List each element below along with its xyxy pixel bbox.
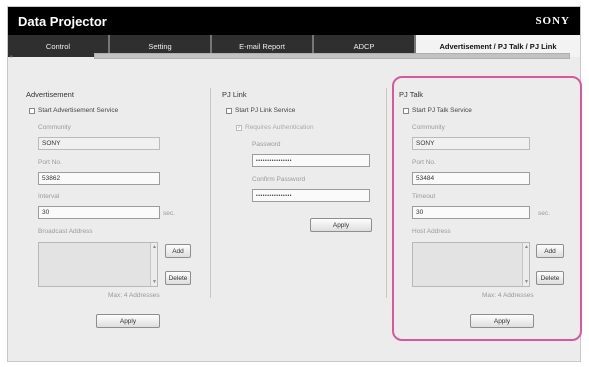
advertisement-start-label: Start Advertisement Service <box>38 107 119 114</box>
pjlink-start-label: Start PJ Link Service <box>235 107 296 114</box>
advertisement-start-checkbox[interactable]: Start Advertisement Service <box>29 107 118 114</box>
list-scrollbar[interactable]: ▲ ▼ <box>150 243 157 286</box>
checkbox-icon[interactable] <box>403 107 409 114</box>
pjtalk-delete-button[interactable]: Delete <box>536 271 564 285</box>
checkbox-icon[interactable] <box>226 107 232 114</box>
pjtalk-port-field[interactable]: 53484 <box>412 172 530 185</box>
title-bar: Data Projector SONY <box>8 7 580 35</box>
pjtalk-timeout-unit: sec. <box>538 210 550 217</box>
pjlink-password-field[interactable]: •••••••••••••••• <box>252 154 370 167</box>
list-scrollbar[interactable]: ▲ ▼ <box>522 243 529 286</box>
advertisement-interval-label: Interval <box>38 193 60 200</box>
checkmark-icon[interactable]: ✓ <box>236 124 242 131</box>
scroll-marker: • <box>10 52 13 61</box>
advertisement-delete-button[interactable]: Delete <box>165 271 191 285</box>
app-title: Data Projector <box>18 14 107 29</box>
host-address-list[interactable]: ▲ ▼ <box>412 242 530 287</box>
pjtalk-title: PJ Talk <box>399 90 424 99</box>
advertisement-add-button[interactable]: Add <box>165 244 191 258</box>
pjtalk-community-field[interactable]: SONY <box>412 137 530 150</box>
pjtalk-add-button[interactable]: Add <box>536 244 564 258</box>
broadcast-address-list[interactable]: ▲ ▼ <box>38 242 158 287</box>
pjlink-requires-auth-label: Requires Authentication <box>245 124 314 131</box>
advertisement-community-field[interactable]: SONY <box>38 137 160 150</box>
section-divider <box>386 88 387 298</box>
horizontal-scrollbar[interactable] <box>94 53 570 59</box>
pjtalk-start-label: Start PJ Talk Service <box>412 107 472 114</box>
pjlink-confirm-label: Confirm Password <box>252 176 306 183</box>
section-divider <box>210 88 211 298</box>
pjlink-apply-button[interactable]: Apply <box>310 218 372 232</box>
pjlink-password-label: Password <box>252 141 281 148</box>
advertisement-apply-button[interactable]: Apply <box>96 314 160 328</box>
advertisement-title: Advertisement <box>26 90 74 99</box>
pjtalk-community-label: Community <box>412 124 445 131</box>
advertisement-max-note: Max: 4 Addresses <box>108 292 160 299</box>
pjlink-requires-auth-checkbox[interactable]: ✓ Requires Authentication <box>236 124 314 131</box>
advertisement-community-label: Community <box>38 124 71 131</box>
pjtalk-port-label: Port No. <box>412 159 436 166</box>
advertisement-interval-field[interactable]: 30 <box>38 206 160 219</box>
pjtalk-apply-button[interactable]: Apply <box>470 314 534 328</box>
scroll-up-icon[interactable]: ▲ <box>524 244 529 250</box>
advertisement-broadcast-label: Broadcast Address <box>38 228 93 235</box>
pjlink-start-checkbox[interactable]: Start PJ Link Service <box>226 107 295 114</box>
scroll-down-icon[interactable]: ▼ <box>524 279 529 285</box>
pjlink-title: PJ Link <box>222 90 247 99</box>
advertisement-interval-unit: sec. <box>163 210 175 217</box>
pjtalk-start-checkbox[interactable]: Start PJ Talk Service <box>403 107 472 114</box>
pjtalk-timeout-field[interactable]: 30 <box>412 206 530 219</box>
scroll-down-icon[interactable]: ▼ <box>152 279 157 285</box>
scroll-up-icon[interactable]: ▲ <box>152 244 157 250</box>
pjtalk-host-label: Host Address <box>412 228 451 235</box>
checkbox-icon[interactable] <box>29 107 35 114</box>
pjtalk-max-note: Max: 4 Addresses <box>482 292 534 299</box>
advertisement-port-label: Port No. <box>38 159 62 166</box>
advertisement-port-field[interactable]: 53862 <box>38 172 160 185</box>
brand-logo: SONY <box>535 15 570 27</box>
pjlink-confirm-field[interactable]: •••••••••••••••• <box>252 189 370 202</box>
pjtalk-timeout-label: Timeout <box>412 193 436 200</box>
